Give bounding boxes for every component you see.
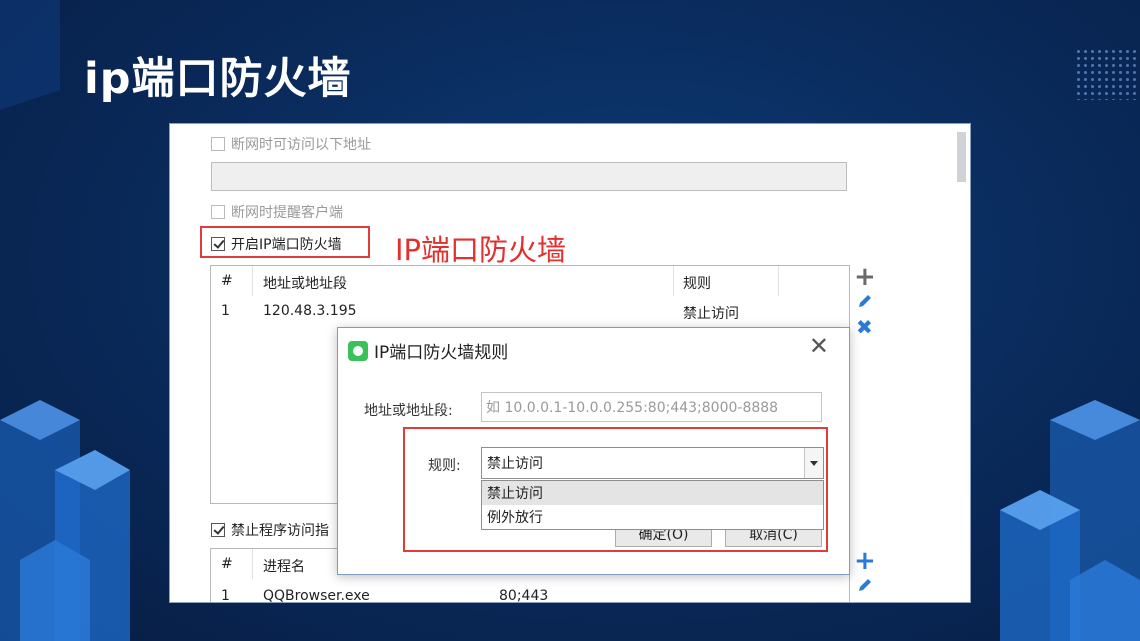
plus-icon[interactable]: + [854, 548, 876, 574]
rule-select-value: 禁止访问 [487, 456, 543, 472]
offline-access-checkbox[interactable] [211, 137, 225, 151]
close-icon[interactable]: ✕ [809, 334, 829, 358]
column-header-rule: 规则 [683, 276, 711, 292]
offline-remind-checkbox[interactable] [211, 205, 225, 219]
dialog-title-bar: IP端口防火墙规则 [348, 338, 508, 363]
chevron-down-icon[interactable] [804, 448, 823, 478]
table-row[interactable]: 1 120.48.3.195 禁止访问 [211, 296, 849, 326]
row-num: 1 [221, 303, 230, 319]
offline-access-option[interactable]: 断网时可访问以下地址 [211, 134, 371, 154]
block-program-checkbox[interactable] [211, 523, 225, 537]
dropdown-option-allow[interactable]: 例外放行 [482, 505, 823, 529]
dialog-title: IP端口防火墙规则 [374, 343, 509, 363]
column-header-process: 进程名 [263, 559, 305, 575]
pencil-icon[interactable] [856, 292, 874, 310]
app-icon [348, 340, 368, 361]
slide-title: ip端口防火墙 [84, 54, 352, 104]
decorative-dot-grid [1075, 48, 1140, 100]
block-program-option[interactable]: 禁止程序访问指 [211, 520, 329, 540]
firewall-callout: IP端口防火墙 [395, 233, 567, 267]
offline-address-field[interactable] [211, 162, 847, 191]
firewall-rule-dialog: IP端口防火墙规则 ✕ 地址或地址段: 如 10.0.0.1-10.0.0.25… [337, 327, 850, 575]
pencil-icon[interactable] [856, 576, 874, 594]
column-header-num: # [221, 556, 233, 572]
dropdown-option-block[interactable]: 禁止访问 [482, 481, 823, 505]
row-rule: 禁止访问 [683, 306, 739, 322]
column-header-num: # [221, 273, 233, 289]
row-address: 120.48.3.195 [263, 303, 357, 319]
enable-firewall-label: 开启IP端口防火墙 [231, 237, 342, 253]
column-header-address: 地址或地址段 [263, 276, 347, 292]
close-icon[interactable]: ✖ [856, 317, 873, 337]
offline-remind-option[interactable]: 断网时提醒客户端 [211, 202, 343, 222]
row-num: 1 [221, 588, 230, 603]
row-ports: 80;443 [499, 588, 549, 603]
table-header: # 地址或地址段 规则 [211, 266, 849, 296]
rule-select[interactable]: 禁止访问 [481, 447, 824, 479]
plus-icon[interactable]: + [854, 264, 876, 290]
rule-dropdown-list[interactable]: 禁止访问 例外放行 [481, 480, 824, 530]
offline-access-label: 断网时可访问以下地址 [231, 137, 371, 153]
scrollbar[interactable] [957, 132, 966, 182]
block-program-label: 禁止程序访问指 [231, 523, 329, 539]
decorative-cubes-right [1000, 400, 1140, 641]
settings-screenshot: 断网时可访问以下地址 断网时提醒客户端 开启IP端口防火墙 IP端口防火墙 # … [169, 123, 971, 603]
address-input[interactable]: 如 10.0.0.1-10.0.0.255:80;443;8000-8888 [481, 392, 822, 422]
enable-firewall-option[interactable]: 开启IP端口防火墙 [211, 234, 342, 254]
offline-remind-label: 断网时提醒客户端 [231, 205, 343, 221]
row-process: QQBrowser.exe [263, 588, 370, 603]
table-row[interactable]: 1 QQBrowser.exe 80;443 [211, 581, 849, 603]
rule-label: 规则: [428, 458, 461, 474]
address-label: 地址或地址段: [364, 403, 453, 419]
enable-firewall-checkbox[interactable] [211, 237, 225, 251]
